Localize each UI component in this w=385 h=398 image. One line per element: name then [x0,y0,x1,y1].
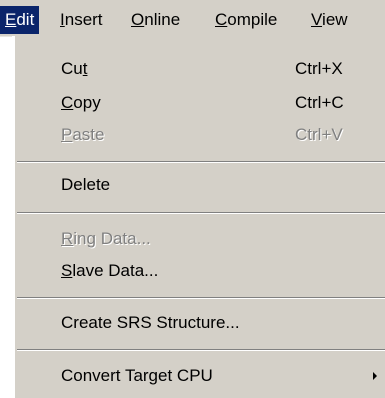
menu-online[interactable]: Online [128,8,183,32]
menu-compile[interactable]: Compile [212,8,280,32]
menu-item-copy-label: Copy [61,93,101,112]
submenu-arrow-icon [373,372,377,380]
menu-insert[interactable]: Insert [57,8,106,32]
menu-edit-label: Edit [5,10,35,29]
menu-compile-label: Compile [215,10,278,29]
menu-item-cut[interactable]: Cut Ctrl+X [14,54,385,84]
menu-item-convert-target-cpu[interactable]: Convert Target CPU [14,361,385,391]
menu-item-create-srs-structure-label: Create SRS Structure... [61,313,240,332]
menu-item-create-srs-structure[interactable]: Create SRS Structure... [14,308,385,338]
menu-item-slave-data[interactable]: Slave Data... [14,256,385,286]
menu-item-delete[interactable]: Delete [14,170,385,200]
menu-item-copy-shortcut: Ctrl+C [295,93,344,112]
menu-item-paste: Paste Ctrl+V [14,120,385,150]
edit-dropdown-menu: Cut Ctrl+X Copy Ctrl+C Paste Ctrl+V Dele… [12,36,385,398]
menu-bar: Edit Insert Online Compile View [0,0,385,37]
menu-item-slave-data-label: Slave Data... [61,261,159,280]
menu-insert-label: Insert [60,10,103,29]
menu-view[interactable]: View [308,8,351,32]
menu-separator [17,161,385,163]
menu-item-cut-label: Cut [61,59,88,78]
menu-item-copy[interactable]: Copy Ctrl+C [14,88,385,118]
menu-separator [17,297,385,299]
menu-item-convert-target-cpu-label: Convert Target CPU [61,366,213,385]
menu-item-delete-label: Delete [61,175,111,194]
menu-item-cut-shortcut: Ctrl+X [295,59,343,78]
menu-online-label: Online [131,10,181,29]
menu-separator [17,349,385,351]
menu-view-label: View [311,10,348,29]
menu-item-paste-label: Paste [61,125,105,144]
menu-item-paste-shortcut: Ctrl+V [295,125,343,144]
menu-item-ring-data-label: Ring Data... [61,229,151,248]
menu-separator [17,212,385,214]
menu-item-ring-data: Ring Data... [14,224,385,254]
menu-edit[interactable]: Edit [0,6,40,34]
